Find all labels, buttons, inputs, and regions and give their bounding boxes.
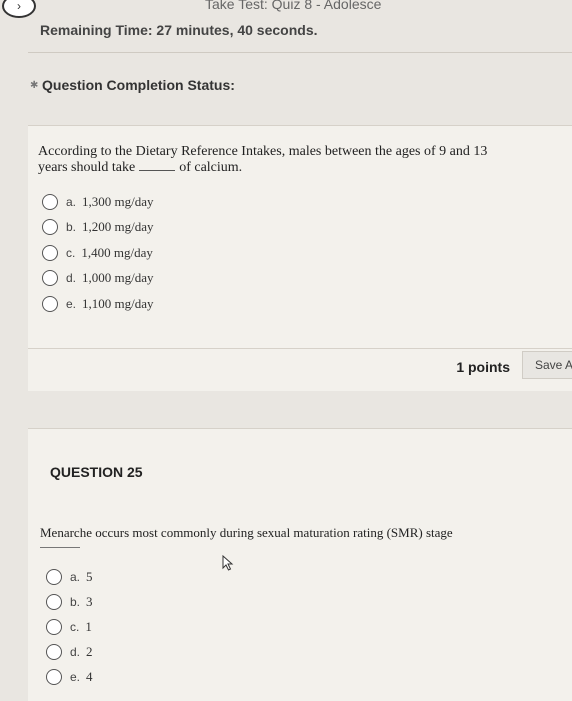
points-label: 1 points bbox=[456, 359, 510, 375]
option-c[interactable]: c. 1 bbox=[46, 614, 93, 639]
option-e[interactable]: e. 4 bbox=[46, 664, 93, 689]
question-24-card: According to the Dietary Reference Intak… bbox=[28, 125, 572, 391]
option-b[interactable]: b. 3 bbox=[46, 589, 93, 614]
expand-icon[interactable]: ✱ bbox=[30, 80, 38, 91]
chevron-right-icon: › bbox=[17, 0, 21, 13]
option-d[interactable]: d. 1,000 mg/day bbox=[42, 266, 154, 292]
question-25-text: Menarche occurs most commonly during sex… bbox=[40, 524, 510, 548]
radio-button[interactable] bbox=[42, 193, 58, 210]
radio-button[interactable] bbox=[46, 618, 62, 635]
question-24-text: According to the Dietary Reference Intak… bbox=[38, 144, 488, 175]
points-row: 1 points Save A bbox=[28, 348, 572, 389]
question-24-options: a. 1,300 mg/day b. 1,200 mg/day c. 1,400… bbox=[42, 189, 154, 317]
radio-button[interactable] bbox=[46, 568, 62, 585]
option-c[interactable]: c. 1,400 mg/day bbox=[42, 240, 154, 266]
question-25-options: a. 5 b. 3 c. 1 d. 2 e. 4 bbox=[46, 564, 93, 689]
question-number: QUESTION 25 bbox=[50, 464, 143, 480]
top-bar: › Take Test: Quiz 8 - Adolesce bbox=[0, 0, 572, 18]
remaining-time: Remaining Time: 27 minutes, 40 seconds. bbox=[40, 22, 318, 38]
radio-button[interactable] bbox=[46, 668, 62, 685]
radio-button[interactable] bbox=[42, 219, 58, 236]
option-d[interactable]: d. 2 bbox=[46, 639, 93, 664]
option-b[interactable]: b. 1,200 mg/day bbox=[42, 215, 154, 241]
question-completion-status[interactable]: Question Completion Status: bbox=[42, 77, 235, 93]
answer-blank bbox=[139, 170, 176, 171]
radio-button[interactable] bbox=[42, 295, 58, 312]
answer-blank bbox=[40, 546, 80, 548]
save-answer-button[interactable]: Save A bbox=[522, 351, 572, 379]
question-25-card: QUESTION 25 Menarche occurs most commonl… bbox=[28, 428, 572, 701]
question-25-header: QUESTION 25 bbox=[28, 429, 572, 489]
back-button[interactable]: › bbox=[2, 0, 36, 18]
radio-button[interactable] bbox=[46, 593, 62, 610]
mouse-pointer-icon bbox=[222, 555, 234, 571]
radio-button[interactable] bbox=[42, 270, 58, 287]
radio-button[interactable] bbox=[46, 643, 62, 660]
option-a[interactable]: a. 1,300 mg/day bbox=[42, 189, 154, 215]
radio-button[interactable] bbox=[42, 244, 58, 261]
option-a[interactable]: a. 5 bbox=[46, 564, 93, 589]
divider bbox=[28, 52, 572, 53]
option-e[interactable]: e. 1,100 mg/day bbox=[42, 291, 154, 317]
page-title: Take Test: Quiz 8 - Adolesce bbox=[205, 0, 382, 12]
